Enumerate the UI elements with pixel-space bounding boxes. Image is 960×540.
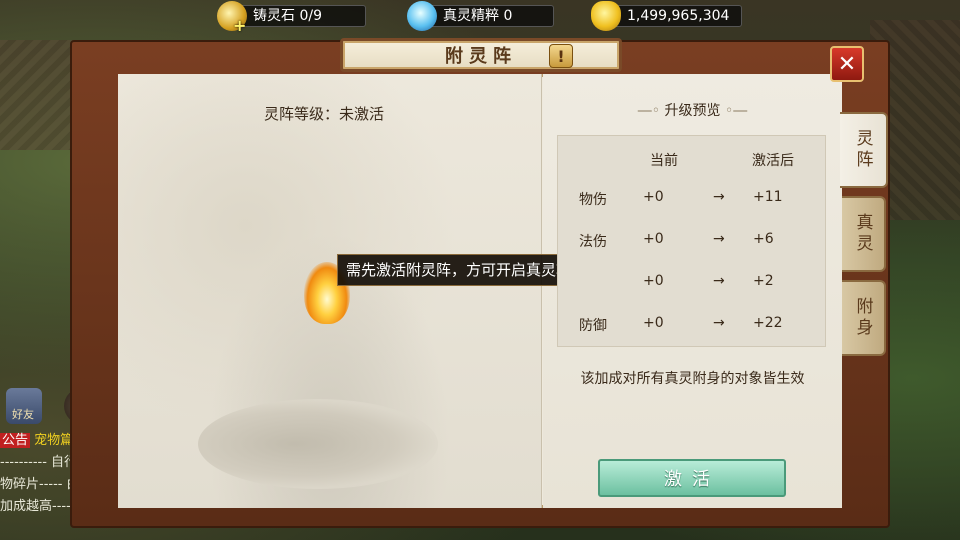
essence-flask-icon bbox=[407, 1, 437, 31]
col-current: 当前 bbox=[650, 153, 678, 169]
array-level-label: 灵阵等级：未激活 bbox=[264, 105, 385, 123]
essence-label: 真灵精粹 bbox=[443, 8, 499, 24]
tab-possession[interactable]: 附身 bbox=[842, 280, 886, 356]
tab-array[interactable]: 灵阵 bbox=[840, 112, 888, 188]
arrow-icon: → bbox=[713, 315, 725, 331]
upgrade-preview-heading: ―◦ 升级预览 ◦― bbox=[637, 103, 748, 119]
gold-value: 1,499,965,304 bbox=[627, 8, 730, 24]
friends-label: 好友 bbox=[12, 408, 34, 421]
stat-current: +0 bbox=[643, 315, 664, 331]
activate-button[interactable]: 激活 bbox=[598, 459, 786, 497]
stat-name: 防御 bbox=[579, 318, 607, 334]
stat-after: +2 bbox=[753, 273, 774, 289]
stat-row: 防御 +0 → +22 bbox=[557, 315, 826, 335]
col-after: 激活后 bbox=[752, 153, 794, 169]
upgrade-preview-title: 升级预览 bbox=[664, 103, 721, 119]
stat-row: 物伤 +0 → +11 bbox=[557, 189, 826, 209]
gold-ingot-icon bbox=[591, 1, 621, 31]
add-icon[interactable]: + bbox=[233, 16, 246, 36]
essence-value: 0 bbox=[503, 8, 513, 24]
panel-title-plaque: 附灵阵 bbox=[340, 38, 622, 72]
arrow-icon: → bbox=[713, 189, 725, 205]
tab-true-spirit[interactable]: 真灵 bbox=[842, 196, 886, 272]
forge-stone-counter[interactable]: + 铸灵石 0/9 bbox=[217, 1, 366, 35]
arrow-icon: → bbox=[713, 231, 725, 247]
stat-name: 物伤 bbox=[579, 192, 607, 208]
stat-after: +22 bbox=[753, 315, 783, 331]
stat-current: +0 bbox=[643, 273, 664, 289]
stat-after: +11 bbox=[753, 189, 783, 205]
forge-stone-label: 铸灵石 bbox=[253, 8, 295, 24]
panel-title: 附灵阵 bbox=[445, 46, 517, 67]
gold-counter[interactable]: 1,499,965,304 bbox=[591, 1, 742, 31]
close-button[interactable]: ✕ bbox=[830, 46, 864, 82]
stat-row: +0 → +2 bbox=[557, 273, 826, 293]
friends-icon[interactable]: 好友 bbox=[6, 388, 42, 424]
arrow-icon: → bbox=[713, 273, 725, 289]
bonus-note: 该加成对所有真灵附身的对象皆生效 bbox=[580, 371, 805, 387]
notice-tag: 公告 bbox=[0, 433, 31, 448]
stat-after: +6 bbox=[753, 231, 774, 247]
essence-counter[interactable]: 真灵精粹 0 bbox=[407, 1, 554, 31]
stat-row: 法伤 +0 → +6 bbox=[557, 231, 826, 251]
stat-name: 法伤 bbox=[579, 234, 607, 250]
stat-current: +0 bbox=[643, 189, 664, 205]
info-button[interactable]: ! bbox=[549, 44, 573, 68]
stat-current: +0 bbox=[643, 231, 664, 247]
forge-stone-value: 0/9 bbox=[299, 8, 322, 24]
yin-yang-platform bbox=[198, 399, 438, 489]
